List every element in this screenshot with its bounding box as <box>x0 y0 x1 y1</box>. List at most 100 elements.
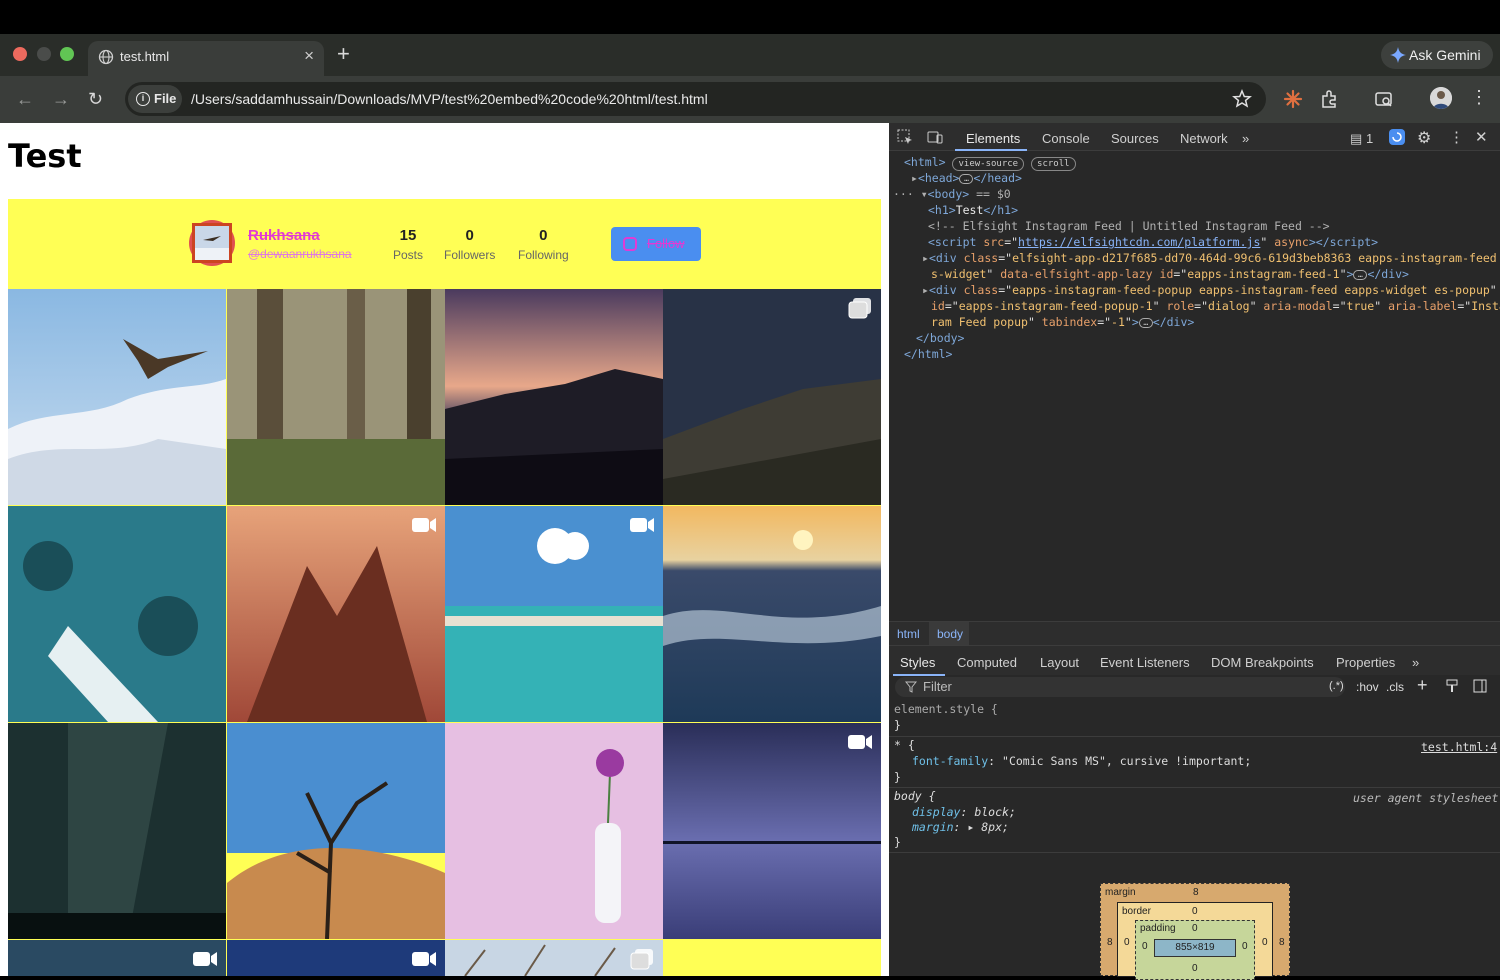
more-tabs-icon[interactable]: » <box>1242 131 1249 146</box>
close-tab-icon[interactable]: × <box>304 46 314 66</box>
tab-event-listeners[interactable]: Event Listeners <box>1100 655 1190 670</box>
feed-post-beach-sky[interactable] <box>445 506 663 722</box>
close-devtools-icon[interactable]: ✕ <box>1475 128 1488 146</box>
browser-menu-icon[interactable]: ⋮ <box>1470 87 1488 108</box>
profile-name[interactable]: Rukhsana <box>248 227 320 244</box>
url-text[interactable]: /Users/saddamhussain/Downloads/MVP/test%… <box>191 91 708 107</box>
feed-post-row4-3[interactable] <box>445 940 663 976</box>
ai-assistance-icon[interactable] <box>1389 129 1405 145</box>
tab-sources[interactable]: Sources <box>1111 131 1159 146</box>
margin-right-value[interactable]: 8 <box>1279 937 1285 948</box>
browser-tab[interactable]: test.html × <box>88 41 324 76</box>
view-source-badge[interactable]: view-source <box>952 157 1025 171</box>
dom-node-div-popup[interactable]: ▸<div class="eapps-instagram-feed-popup … <box>922 283 1497 297</box>
border-left-value[interactable]: 0 <box>1124 937 1130 948</box>
tab-network[interactable]: Network <box>1180 131 1228 146</box>
dom-node-div-popup-attrs[interactable]: id="eapps-instagram-feed-popup-1" role="… <box>931 299 1500 313</box>
rule2-selector[interactable]: body { <box>894 789 936 803</box>
feed-post-coast-aerial[interactable] <box>8 506 226 722</box>
issues-icon[interactable]: ▤ <box>1350 131 1362 147</box>
feed-post-cloud-peaks[interactable] <box>227 506 445 722</box>
bookmark-star-icon[interactable] <box>1231 88 1253 110</box>
feed-post-ocean-sunset[interactable] <box>663 506 881 722</box>
tab-search-icon[interactable] <box>1373 88 1395 110</box>
margin-top-value[interactable]: 8 <box>1193 887 1199 898</box>
element-style-selector[interactable]: element.style { <box>894 702 998 716</box>
reload-icon[interactable]: ↻ <box>88 89 103 110</box>
feed-post-eagle[interactable] <box>8 289 226 505</box>
scroll-badge[interactable]: scroll <box>1031 157 1076 171</box>
dom-node-html[interactable]: <html> view-source scroll <box>904 155 1076 171</box>
tab-properties[interactable]: Properties <box>1336 655 1395 670</box>
class-toggle[interactable]: .cls <box>1386 680 1404 694</box>
padding-left-value[interactable]: 0 <box>1142 941 1148 952</box>
feed-post-desert-tree[interactable] <box>227 723 445 939</box>
site-info-chip[interactable]: i File <box>128 85 182 113</box>
breadcrumb-html[interactable]: html <box>897 627 920 641</box>
dom-node-body[interactable]: ··· ▾<body> == $0 <box>893 187 1011 201</box>
device-toolbar-icon[interactable] <box>927 129 943 145</box>
feed-post-flower-vase[interactable] <box>445 723 663 939</box>
tab-styles[interactable]: Styles <box>900 655 935 670</box>
feed-post-mountain-sunset[interactable] <box>445 289 663 505</box>
hover-state-toggle[interactable]: :hov <box>1356 680 1379 694</box>
back-icon[interactable]: ← <box>16 89 34 110</box>
feed-post-row4-2[interactable] <box>227 940 445 976</box>
breadcrumb-body[interactable]: body <box>937 627 963 641</box>
dom-node-div-feed-cont[interactable]: s-widget" data-elfsight-app-lazy id="eap… <box>931 267 1409 281</box>
collapsed-ellipsis-icon[interactable]: … <box>1353 269 1368 280</box>
minimize-window-button[interactable] <box>37 47 51 61</box>
feed-post-night-lake[interactable] <box>663 723 881 939</box>
dom-html-close[interactable]: </html> <box>904 347 952 361</box>
follow-button[interactable]: Follow <box>611 227 701 261</box>
claude-extension-icon[interactable] <box>1282 88 1304 110</box>
feed-post-milky-way[interactable] <box>8 723 226 939</box>
styles-filter-input[interactable]: Filter <box>895 677 1345 697</box>
regex-toggle[interactable]: (.*) <box>1329 680 1344 692</box>
padding-right-value[interactable]: 0 <box>1242 941 1248 952</box>
padding-bottom-value[interactable]: 0 <box>1192 963 1198 974</box>
feed-post-forest[interactable] <box>227 289 445 505</box>
dom-comment[interactable]: <!-- Elfsight Instagram Feed | Untitled … <box>928 219 1330 233</box>
settings-gear-icon[interactable]: ⚙ <box>1417 128 1431 148</box>
ask-gemini-button[interactable]: Ask Gemini <box>1381 41 1493 69</box>
dom-node-h1[interactable]: <h1>Test</h1> <box>928 203 1018 217</box>
tab-elements[interactable]: Elements <box>966 131 1020 146</box>
close-window-button[interactable] <box>13 47 27 61</box>
new-style-rule-icon[interactable]: + <box>1417 675 1428 696</box>
feed-post-night-mountain[interactable] <box>663 289 881 505</box>
forward-icon[interactable]: → <box>52 89 70 110</box>
rule1-declaration[interactable]: font-family: "Comic Sans MS", cursive !i… <box>912 754 1251 768</box>
dom-node-div-popup-cont[interactable]: ram Feed popup" tabindex="-1">… </div> <box>931 315 1194 329</box>
dom-node-div-feed[interactable]: ▸<div class="elfsight-app-d217f685-dd70-… <box>922 251 1500 265</box>
tab-console[interactable]: Console <box>1042 131 1090 146</box>
rule1-source-link[interactable]: test.html:4 <box>1421 740 1497 754</box>
border-right-value[interactable]: 0 <box>1262 937 1268 948</box>
dom-node-script[interactable]: <script src="https://elfsightcdn.com/pla… <box>928 235 1378 249</box>
inspect-element-icon[interactable] <box>897 129 913 145</box>
box-model-content-size[interactable]: 855×819 <box>1154 939 1236 957</box>
collapsed-ellipsis-icon[interactable]: … <box>1138 317 1153 328</box>
script-src-link[interactable]: https://elfsightcdn.com/platform.js <box>1018 235 1260 249</box>
collapsed-ellipsis-icon[interactable]: … <box>959 173 974 184</box>
profile-avatar[interactable] <box>189 220 235 266</box>
margin-left-value[interactable]: 8 <box>1107 937 1113 948</box>
tab-dom-breakpoints[interactable]: DOM Breakpoints <box>1211 655 1314 670</box>
padding-top-value[interactable]: 0 <box>1192 923 1198 934</box>
toggle-sidebar-icon[interactable] <box>1473 679 1487 693</box>
devtools-menu-icon[interactable]: ⋮ <box>1449 128 1464 146</box>
dom-node-head[interactable]: ▸<head>… </head> <box>911 171 1022 185</box>
border-top-value[interactable]: 0 <box>1192 906 1198 917</box>
extensions-puzzle-icon[interactable] <box>1319 88 1341 110</box>
new-tab-button[interactable]: + <box>337 41 350 67</box>
paint-brush-icon[interactable] <box>1445 679 1459 693</box>
tab-layout[interactable]: Layout <box>1040 655 1079 670</box>
more-style-tabs-icon[interactable]: » <box>1412 655 1419 670</box>
profile-avatar-icon[interactable] <box>1430 87 1452 109</box>
profile-handle[interactable]: @dewaanrukhsana <box>248 247 352 261</box>
rule1-selector[interactable]: * { <box>894 738 915 752</box>
dom-body-close[interactable]: </body> <box>916 331 964 345</box>
maximize-window-button[interactable] <box>60 47 74 61</box>
tab-computed[interactable]: Computed <box>957 655 1017 670</box>
feed-post-row4-1[interactable] <box>8 940 226 976</box>
